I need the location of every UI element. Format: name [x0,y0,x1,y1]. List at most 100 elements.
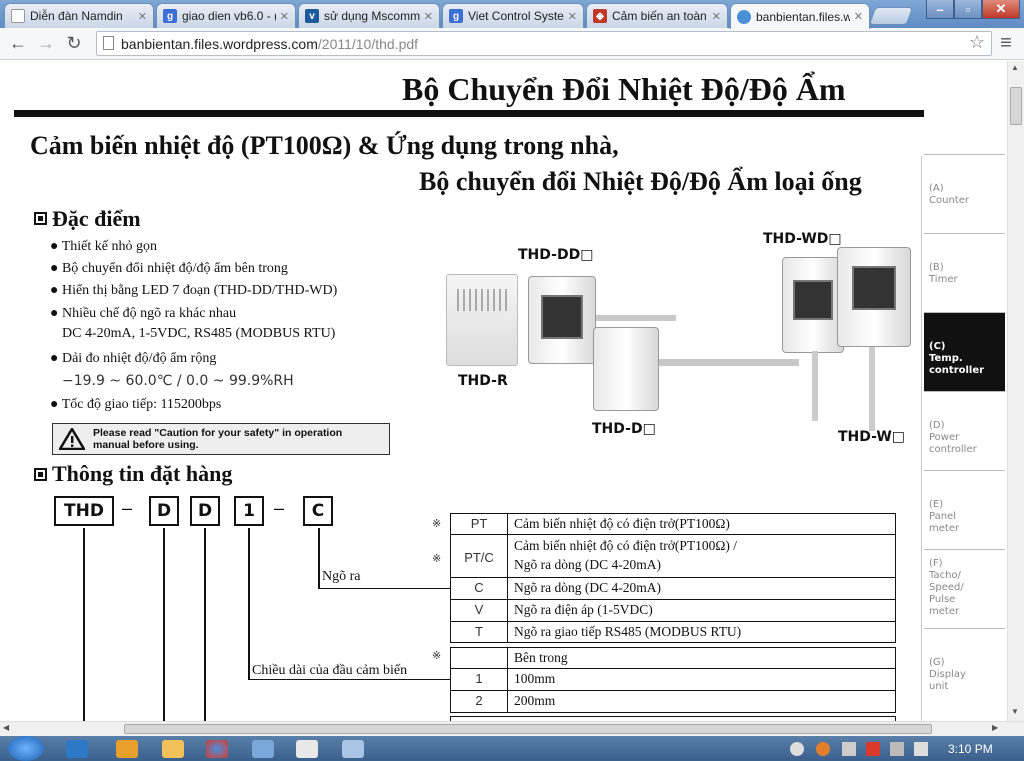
side-tab-timer: (B) Timer [924,233,1005,312]
close-icon[interactable]: ✕ [712,10,721,23]
site-icon: v [305,9,319,23]
order-separator: – [122,498,133,518]
scroll-down-icon[interactable]: ▼ [1011,707,1019,716]
connector-line [83,528,85,721]
probe-rod [596,315,676,321]
ie-icon[interactable] [66,740,88,758]
caution-box: Please read "Caution for your safety" in… [52,423,390,455]
tab-title: Diễn đàn Namdin [30,9,123,23]
table-desc: 100mm [514,671,556,686]
vertical-scrollbar[interactable]: ▲ ▼ [1007,61,1024,721]
table-code: PT/C [464,550,494,565]
connector-line [248,679,450,680]
google-icon: g [449,9,463,23]
url-host: banbientan.files.wordpress.com [121,35,318,52]
tab-1[interactable]: Diễn đàn Namdin ✕ [4,3,154,28]
tray-icon[interactable] [790,742,804,756]
close-window-button[interactable]: ✕ [982,0,1020,19]
minimize-button[interactable]: – [926,0,954,19]
subtitle-line-2: Bộ chuyển đổi Nhiệt Độ/Độ Ẩm loại ống [419,167,862,196]
order-code-model: THD [54,496,114,526]
side-tab-panel-meter: (E) Panel meter [924,470,1005,549]
loading-icon [737,9,751,24]
menu-icon[interactable]: ≡ [994,31,1018,55]
unikey-icon[interactable] [296,740,318,758]
volume-icon[interactable] [914,742,928,756]
scrollbar-thumb[interactable] [1010,87,1022,125]
shop-icon: ◆ [593,9,607,23]
antivirus-icon[interactable] [866,742,880,756]
tray-icon[interactable] [842,742,856,756]
side-tab-temp-controller: (C) Temp. controller [924,312,1005,391]
product-label-thd-dd: THD-DD□ [518,247,594,263]
product-image-thd-dd [528,276,596,364]
close-icon[interactable]: ✕ [568,10,577,23]
caution-text-2: manual before using. [93,439,199,451]
product-image-thd-wd [782,257,844,353]
square-bullet-icon [34,212,47,225]
network-icon[interactable] [890,742,904,756]
ordering-heading: Thông tin đặt hàng [52,461,233,486]
forward-arrow-icon[interactable]: → [34,31,58,55]
feature-item: ● Thiết kế nhỏ gọn [50,239,157,254]
note-mark: ※ [432,518,442,530]
tab-6-active[interactable]: banbientan.files.w ✕ [730,3,870,29]
tab-3[interactable]: v sử dụng Mscomm ✕ [298,3,440,28]
connector-line [318,588,450,589]
tab-title: banbientan.files.w [756,9,850,24]
start-button[interactable] [8,736,44,761]
feature-item: ● Hiển thị bằng LED 7 đoạn (THD-DD/THD-W… [50,283,338,298]
tray-icon[interactable] [816,742,830,756]
probe-rod [869,347,875,431]
tool-icon[interactable] [342,740,364,758]
maximize-button[interactable]: ▫ [954,0,982,19]
scroll-left-icon[interactable]: ◀ [3,723,9,732]
feature-detail: DC 4-20mA, 1-5VDC, RS485 (MODBUS RTU) [62,326,336,341]
product-label-thd-w: THD-W□ [838,429,905,445]
star-icon[interactable]: ☆ [969,32,985,53]
paint-icon[interactable] [252,740,274,758]
close-icon[interactable]: ✕ [138,10,147,23]
feature-detail: −19.9 ~ 60.0℃ / 0.0 ~ 99.9%RH [62,373,294,389]
tab-strip: Diễn đàn Namdin ✕ g giao dien vb6.0 - ( … [0,0,1024,29]
table-code: C [474,580,484,595]
scrollbar-thumb[interactable] [124,724,932,734]
table-desc: 200mm [514,693,556,708]
folder-icon[interactable] [162,740,184,758]
close-icon[interactable]: ✕ [424,10,433,23]
title-rule [14,110,924,117]
product-image-thd-w [837,247,911,347]
scroll-right-icon[interactable]: ▶ [992,723,998,732]
media-player-icon[interactable] [116,740,138,758]
tab-2[interactable]: g giao dien vb6.0 - ( ✕ [156,3,296,28]
feature-item: ● Bộ chuyển đổi nhiệt độ/độ ẩm bên trong [50,261,288,276]
google-icon: g [163,9,177,23]
order-code-display: D [190,496,220,526]
subtitle-line-1: Cảm biến nhiệt độ (PT100Ω) & Ứng dụng tr… [30,131,619,160]
probe-rod [659,359,799,366]
order-separator: – [274,498,285,518]
tab-5[interactable]: ◆ Cảm biến an toàn ✕ [586,3,728,28]
clock[interactable]: 3:10 PM [948,742,993,756]
warning-icon [59,428,85,450]
tab-4[interactable]: g Viet Control Syste ✕ [442,3,584,28]
feature-item: ● Nhiều chế độ ngõ ra khác nhau [50,306,237,321]
product-image-thd-r [446,274,518,366]
connector-line [318,528,320,589]
features-heading: Đặc điểm [52,206,141,231]
back-arrow-icon[interactable]: ← [6,31,30,55]
scroll-up-icon[interactable]: ▲ [1011,63,1019,72]
horizontal-scrollbar[interactable]: ◀ ▶ [0,721,1024,736]
address-bar[interactable]: banbientan.files.wordpress.com/2011/10/t… [96,31,992,56]
product-label-thd-d: THD-D□ [592,421,656,437]
close-icon[interactable]: ✕ [854,10,863,23]
document-title: Bộ Chuyển Đổi Nhiệt Độ/Độ Ẩm [402,71,846,107]
square-bullet-icon [34,468,47,481]
reload-icon[interactable]: ↻ [62,31,86,55]
chrome-icon[interactable] [206,740,228,758]
order-code-length: 1 [234,496,264,526]
side-divider [921,156,922,721]
probe-rod [812,351,818,421]
close-icon[interactable]: ✕ [280,10,289,23]
new-tab-button[interactable] [868,7,914,25]
